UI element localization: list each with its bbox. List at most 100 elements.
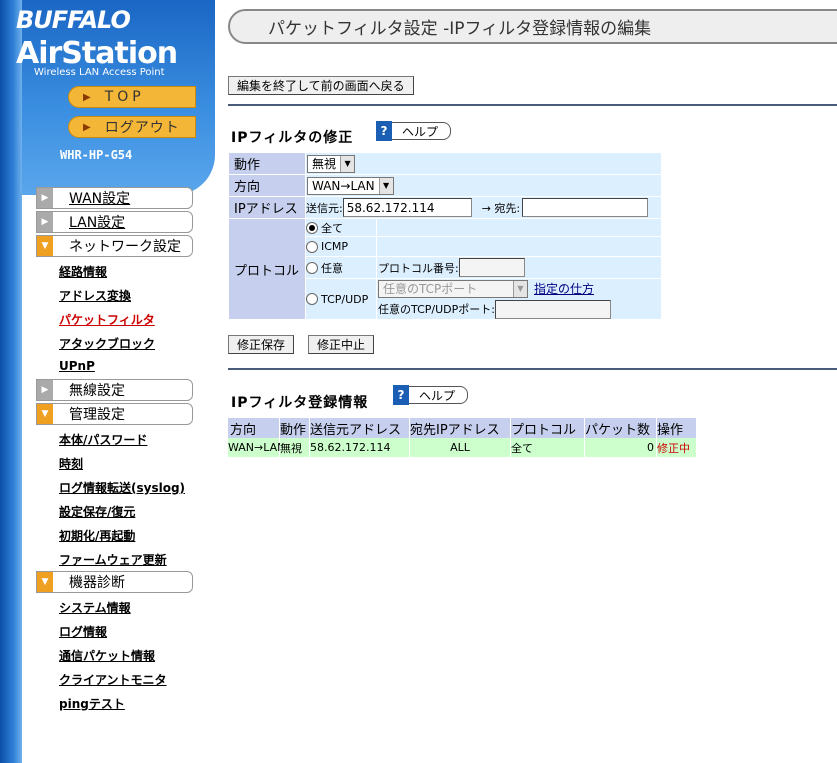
direction-select[interactable]: WAN→LAN ▼ (307, 176, 394, 195)
tcp-port-cell: 任意のTCPポート ▼ 指定の仕方 任意のTCP/UDPポート: (377, 279, 661, 319)
chevron-right-icon: ▶ (37, 188, 53, 208)
sidebar-section-admin[interactable]: ▼ 管理設定 (36, 403, 193, 425)
chevron-down-icon: ▼ (37, 236, 53, 256)
table-cell-action: 無視 (280, 438, 309, 457)
direction-label: 方向 (229, 175, 305, 196)
sidebar-section-wireless[interactable]: ▶ 無線設定 (36, 379, 193, 401)
help-icon: ? (393, 385, 409, 405)
direction-select-value: WAN→LAN (312, 178, 375, 193)
table-cell-direction: WAN→LAN (228, 438, 285, 457)
sidebar-section-label: 無線設定 (69, 383, 125, 399)
sidebar-section-label: 管理設定 (69, 407, 125, 423)
logout-button-label: ログアウト (104, 120, 180, 136)
back-button[interactable]: 編集を終了して前の画面へ戻る (228, 76, 414, 95)
chevron-down-icon: ▼ (37, 404, 53, 424)
protocol-tcpudp-label: TCP/UDP (321, 292, 369, 306)
top-button-label: TOP (104, 89, 145, 105)
any-port-row: 任意のTCP/UDPポート: (378, 299, 611, 319)
any-port-label: 任意のTCP/UDPポート: (378, 303, 495, 316)
protocol-icmp-radio[interactable] (306, 240, 318, 253)
protocol-tcpudp-radio[interactable] (306, 293, 318, 305)
sidebar-link-reset[interactable]: 初期化/再起動 (59, 527, 135, 544)
src-label: 送信元: (306, 201, 343, 215)
table-cell-dst: ALL (410, 438, 510, 457)
help-button[interactable]: ? ヘルプ (393, 385, 469, 405)
logout-button[interactable]: ▶ ログアウト (68, 116, 196, 138)
sidebar-link-packet-info[interactable]: 通信パケット情報 (59, 647, 155, 664)
action-select[interactable]: 無視 ▼ (307, 154, 356, 173)
protocol-any-radio[interactable] (306, 261, 318, 274)
table-header-operation: 操作 (657, 418, 696, 438)
protocol-icmp-cell: ICMP (306, 237, 376, 256)
howto-link[interactable]: 指定の仕方 (534, 280, 594, 297)
save-button[interactable]: 修正保存 (228, 335, 295, 354)
edit-section-title: IPフィルタの修正 (231, 130, 354, 146)
action-label: 動作 (229, 153, 305, 174)
table-header-action: 動作 (280, 418, 309, 438)
chevron-right-icon: ▶ (37, 212, 53, 232)
protocol-num-cell: プロトコル番号: (377, 257, 661, 278)
help-button-label: ヘルプ (409, 386, 469, 404)
sidebar-strip (0, 0, 22, 763)
sidebar-section-diag[interactable]: ▼ 機器診断 (36, 571, 193, 593)
protocol-any-cell: 任意 (306, 257, 376, 278)
dst-label: → 宛先: (481, 201, 521, 215)
sidebar-section-lan[interactable]: ▶ LAN設定 (36, 211, 193, 233)
sidebar-link-attack-block[interactable]: アタックブロック (59, 335, 155, 352)
table-cell-packets: 0 (585, 438, 656, 457)
action-cell: 無視 ▼ (306, 153, 661, 174)
sidebar-link-routing[interactable]: 経路情報 (59, 263, 107, 280)
empty-cell (377, 237, 661, 256)
protocol-num-input[interactable] (458, 258, 525, 277)
table-cell-src: 58.62.172.114 (310, 438, 409, 457)
sidebar-link-ping[interactable]: pingテスト (59, 695, 125, 712)
direction-cell: WAN→LAN ▼ (306, 175, 661, 196)
help-button[interactable]: ? ヘルプ (376, 121, 452, 141)
chevron-down-icon: ▼ (378, 177, 393, 194)
protocol-all-radio[interactable] (306, 221, 318, 234)
model-name: WHR-HP-G54 (60, 148, 133, 162)
sidebar-section-label: ネットワーク設定 (69, 239, 181, 255)
sidebar-link-client-monitor[interactable]: クライアントモニタ (59, 671, 167, 688)
help-button-label: ヘルプ (392, 122, 452, 140)
sidebar-section-label: 機器診断 (69, 575, 125, 591)
protocol-any-label: 任意 (321, 261, 343, 275)
protocol-label: プロトコル (229, 219, 305, 319)
table-header-protocol: プロトコル (511, 418, 584, 438)
sidebar-section-wan[interactable]: ▶ WAN設定 (36, 187, 193, 209)
sidebar-link-packet-filter[interactable]: パケットフィルタ (59, 311, 155, 328)
ip-label: IPアドレス (229, 197, 305, 218)
sidebar-link-syslog[interactable]: ログ情報転送(syslog) (59, 479, 185, 496)
protocol-icmp-label: ICMP (321, 240, 349, 253)
cancel-button[interactable]: 修正中止 (308, 335, 375, 354)
sidebar: BUFFALO AirStation Wireless LAN Access P… (0, 0, 215, 763)
sidebar-link-password[interactable]: 本体/パスワード (59, 431, 147, 448)
table-cell-status[interactable]: 修正中 (657, 438, 696, 457)
buffalo-logo: BUFFALO (16, 6, 131, 34)
table-header-direction: 方向 (228, 418, 279, 438)
src-ip-input[interactable]: 58.62.172.114 (342, 198, 472, 217)
tcp-port-select[interactable]: 任意のTCPポート ▼ (378, 279, 528, 298)
sidebar-link-backup[interactable]: 設定保存/復元 (59, 503, 135, 520)
sidebar-link-time[interactable]: 時刻 (59, 455, 83, 472)
sidebar-link-system-info[interactable]: システム情報 (59, 599, 131, 616)
top-button[interactable]: ▶ TOP (68, 86, 196, 108)
protocol-all-label: 全て (321, 221, 343, 235)
page-title: パケットフィルタ設定 -IPフィルタ登録情報の編集 (228, 9, 837, 44)
chevron-down-icon: ▼ (37, 572, 53, 592)
tcp-port-select-value: 任意のTCPポート (383, 282, 478, 296)
sidebar-link-log[interactable]: ログ情報 (59, 623, 107, 640)
sidebar-link-nat[interactable]: アドレス変換 (59, 287, 131, 304)
sidebar-link-upnp[interactable]: UPnP (59, 359, 95, 373)
table-cell-protocol: 全て (511, 438, 584, 457)
any-port-input[interactable] (494, 299, 611, 319)
airstation-logo: AirStation (16, 36, 178, 71)
empty-cell (377, 219, 661, 236)
brand-subtitle: Wireless LAN Access Point (34, 67, 165, 78)
divider (228, 368, 837, 370)
dst-ip-input[interactable] (522, 198, 649, 217)
sidebar-section-network[interactable]: ▼ ネットワーク設定 (36, 235, 193, 257)
help-icon: ? (376, 121, 392, 141)
arrow-right-icon: ▶ (83, 121, 91, 133)
sidebar-link-firmware[interactable]: ファームウェア更新 (59, 551, 167, 568)
